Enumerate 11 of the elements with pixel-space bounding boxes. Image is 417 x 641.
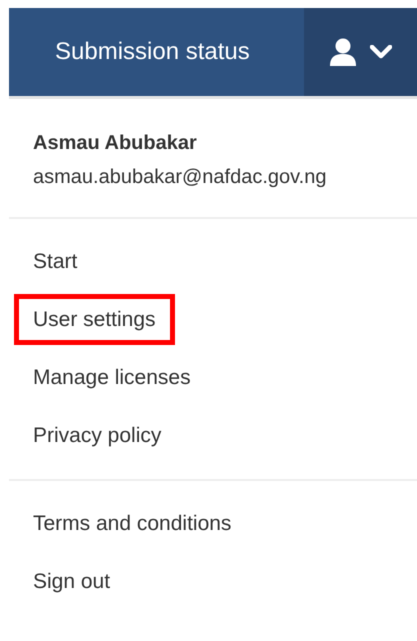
user-menu-button[interactable] <box>304 8 417 96</box>
menu-item[interactable]: Terms and conditions <box>33 512 232 535</box>
user-email: asmau.abubakar@nafdac.gov.ng <box>33 166 326 188</box>
menu-item[interactable]: Start <box>33 250 78 273</box>
user-icon <box>330 38 356 66</box>
menu-item[interactable]: User settings <box>14 294 175 345</box>
menu-item[interactable]: Privacy policy <box>33 424 162 447</box>
menu-item[interactable]: Manage licenses <box>33 366 191 389</box>
caret-icon <box>370 45 392 59</box>
menu-item[interactable]: Sign out <box>33 570 110 593</box>
user-name: Asmau Abubakar <box>33 131 198 156</box>
